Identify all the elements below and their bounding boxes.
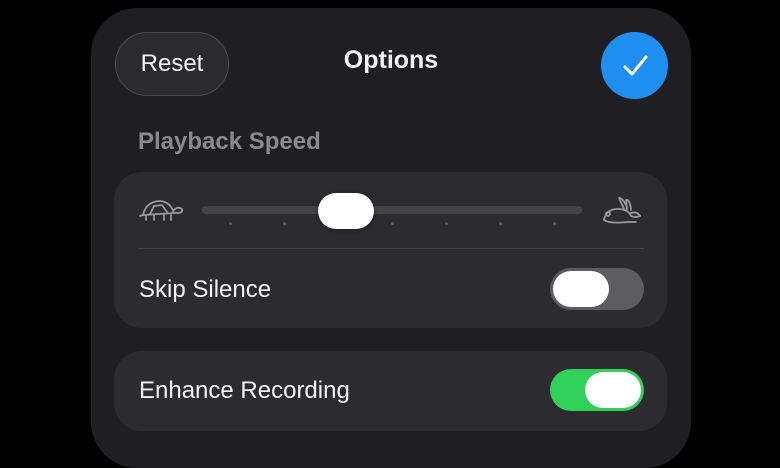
speed-stop-tick (283, 222, 286, 225)
speed-stop-tick (553, 222, 556, 225)
speed-stop-tick (391, 222, 394, 225)
speed-stop-tick (499, 222, 502, 225)
reset-button[interactable]: Reset (115, 32, 229, 96)
skip-silence-label: Skip Silence (139, 276, 272, 303)
hare-icon (603, 197, 641, 224)
skip-silence-toggle[interactable] (550, 268, 644, 310)
speed-stop-tick (229, 222, 232, 225)
enhance-recording-toggle[interactable] (550, 369, 644, 411)
playback-speed-thumb[interactable] (318, 193, 374, 229)
card-divider (138, 248, 644, 249)
checkmark-icon (623, 55, 647, 75)
reset-button-label: Reset (140, 50, 204, 77)
playback-speed-track[interactable] (202, 206, 582, 214)
toggle-knob (553, 271, 609, 307)
playback-speed-heading: Playback Speed (138, 128, 321, 155)
page-title: Options (343, 46, 439, 74)
speed-stop-tick (445, 222, 448, 225)
enhance-recording-label: Enhance Recording (139, 377, 350, 404)
confirm-button[interactable] (601, 32, 668, 99)
toggle-knob (585, 372, 641, 408)
tortoise-icon (139, 200, 184, 221)
